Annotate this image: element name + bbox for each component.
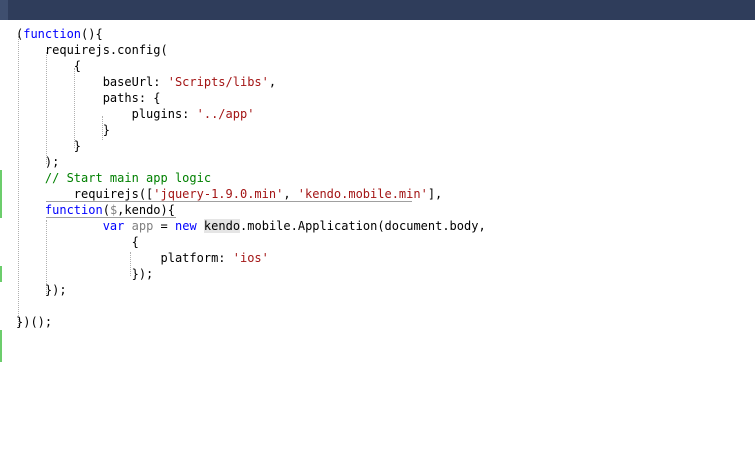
code-token: plugins: (16, 107, 197, 121)
code-token: var (102, 219, 125, 233)
code-line: requirejs.config( (16, 42, 168, 58)
code-token: 'jquery-1.9.0.min' (153, 187, 284, 201)
code-token: 'kendo.mobile.min' (297, 187, 428, 201)
code-line: ); (16, 154, 59, 170)
change-bar (0, 330, 2, 362)
code-token: } (16, 123, 110, 137)
code-token: (){ (81, 27, 103, 41)
code-token: { (16, 59, 82, 73)
code-token: requirejs([ (16, 187, 154, 201)
code-line: } (16, 122, 110, 138)
code-line: platform: 'ios' (16, 250, 269, 266)
code-line: plugins: '../app' (16, 106, 255, 122)
code-line: var app = new kendo.mobile.Application(d… (16, 218, 486, 234)
code-token: paths: { (16, 91, 161, 105)
code-token: ], (427, 187, 443, 201)
title-bar (0, 0, 755, 20)
code-token: }); (16, 283, 67, 297)
code-token: ); (16, 155, 60, 169)
code-token: requirejs.config( (16, 43, 168, 57)
code-line: baseUrl: 'Scripts/libs', (16, 74, 276, 90)
code-line: // Start main app logic (16, 170, 211, 186)
code-token: // Start main app logic (44, 171, 212, 185)
code-token: , (268, 75, 277, 89)
code-token: .mobile.Application(document.body, (240, 219, 486, 233)
code-token: ( (102, 203, 110, 217)
change-bar (0, 266, 2, 282)
code-token: function (23, 27, 82, 41)
code-token: { (16, 235, 139, 249)
code-line: { (16, 58, 81, 74)
code-token: , (283, 187, 298, 201)
code-token: app (131, 219, 154, 233)
code-editor[interactable]: (function(){ requirejs.config( { baseUrl… (0, 20, 755, 470)
code-token: kendo (203, 219, 241, 233)
code-line: function($,kendo){ (16, 202, 175, 218)
code-token: 'ios' (232, 251, 269, 265)
code-token: baseUrl: (16, 75, 168, 89)
code-token: 'Scripts/libs' (167, 75, 269, 89)
code-line: }); (16, 266, 154, 282)
tab-edge (0, 0, 8, 20)
code-line: })(); (16, 314, 52, 330)
code-token: = (153, 219, 175, 233)
code-token: ,kendo){ (117, 203, 175, 217)
code-token: new (175, 219, 197, 233)
change-bar (0, 170, 2, 218)
code-token: function (44, 203, 103, 217)
code-token: } (16, 139, 82, 153)
code-line: { (16, 234, 139, 250)
code-token: platform: (16, 251, 233, 265)
code-token: '../app' (196, 107, 255, 121)
code-line: } (16, 138, 81, 154)
code-line: }); (16, 282, 67, 298)
code-token: })(); (16, 315, 53, 329)
code-line: paths: { (16, 90, 161, 106)
code-line: requirejs(['jquery-1.9.0.min', 'kendo.mo… (16, 186, 442, 202)
code-token: }); (16, 267, 154, 281)
code-line: (function(){ (16, 26, 103, 42)
